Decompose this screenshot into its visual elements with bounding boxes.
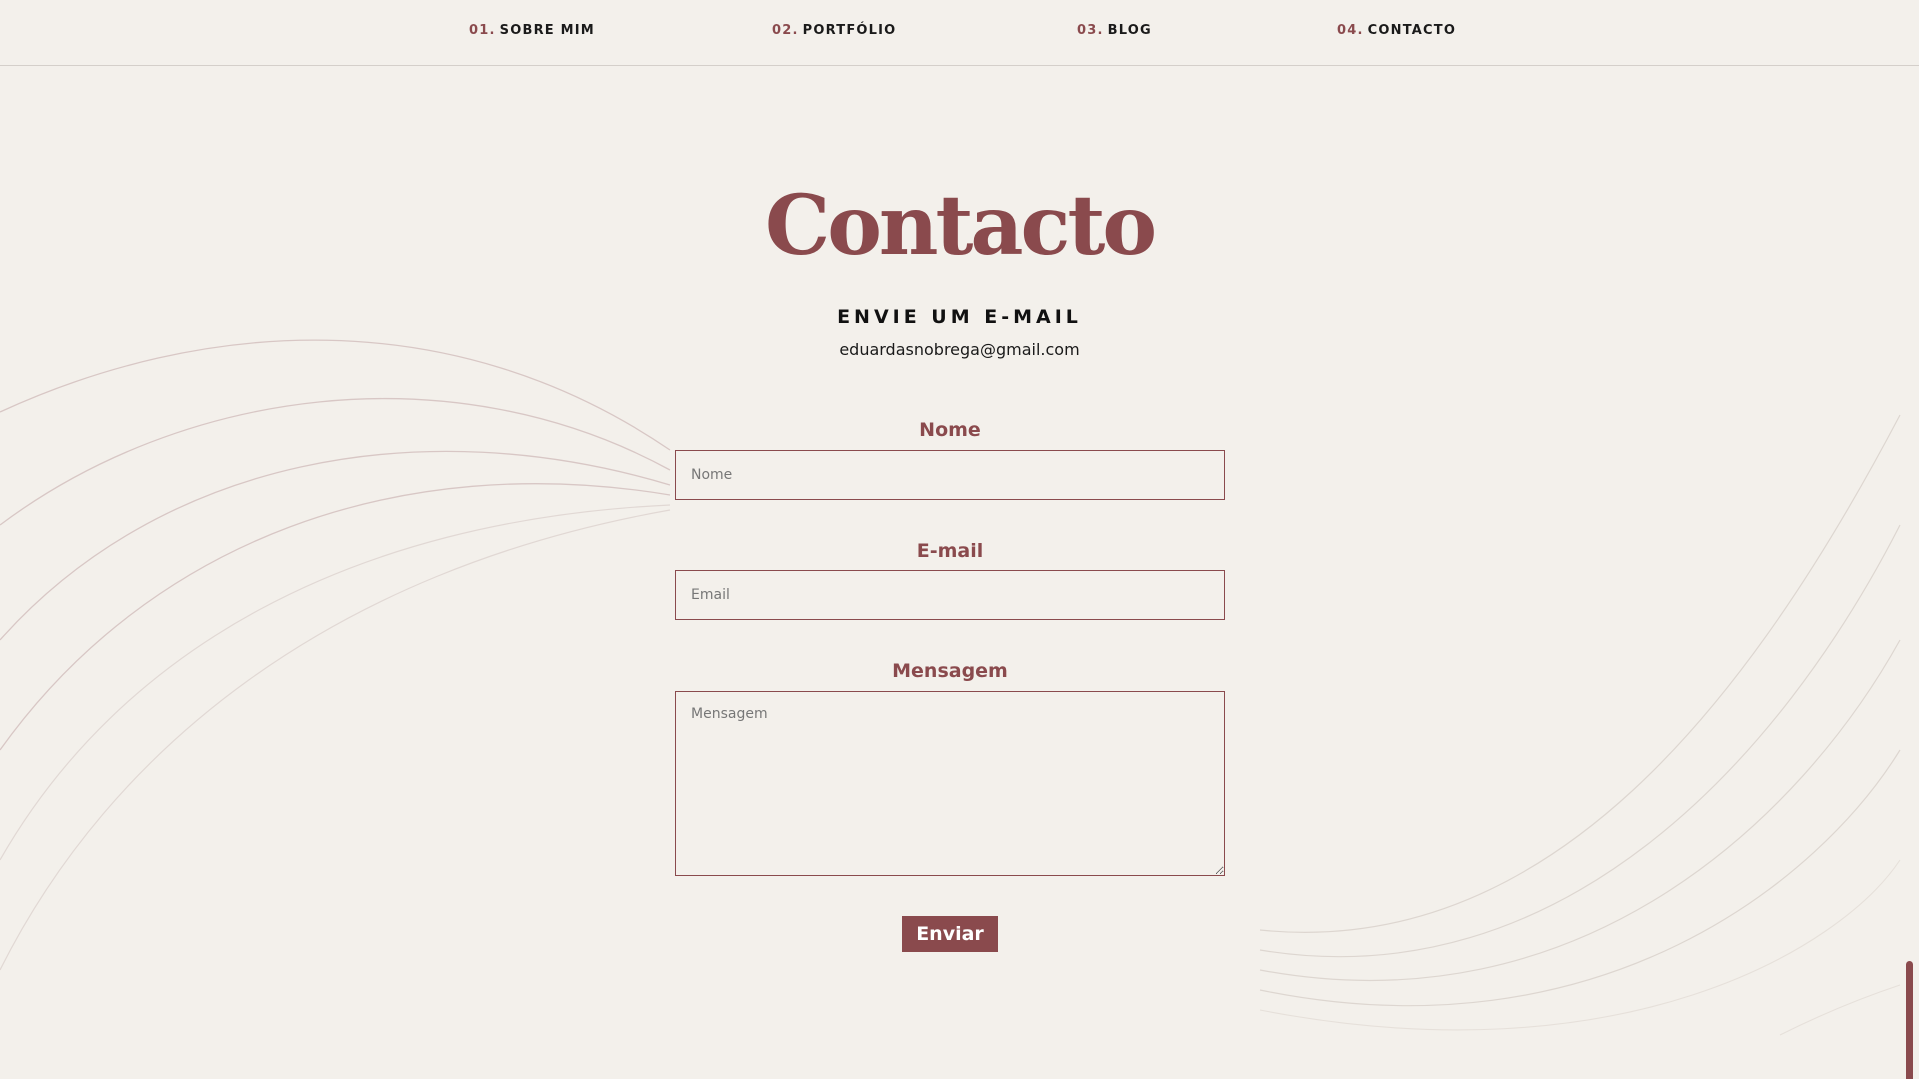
nav-item-sobre-mim[interactable]: 01. SOBRE MIM	[469, 23, 595, 38]
nav-item-number: 01.	[469, 23, 496, 38]
nav-item-number: 02.	[772, 23, 799, 38]
message-label: Mensagem	[892, 660, 1008, 682]
contact-email[interactable]: eduardasnobrega@gmail.com	[0, 340, 1919, 359]
nav-item-number: 03.	[1077, 23, 1104, 38]
name-label: Nome	[919, 419, 981, 441]
top-navigation: 01. SOBRE MIM 02. PORTFÓLIO 03. BLOG 04. CON…	[0, 0, 1919, 66]
scrollbar-thumb[interactable]	[1906, 961, 1913, 1079]
email-label: E-mail	[916, 540, 984, 562]
nav-item-label: BLOG	[1107, 23, 1152, 38]
nav-item-portfolio[interactable]: 02. PORTFÓLIO	[772, 23, 896, 38]
nav-item-label: SOBRE MIM	[499, 23, 595, 38]
contact-page: 01. SOBRE MIM 02. PORTFÓLIO 03. BLOG 04. CON…	[0, 0, 1919, 1079]
page-title: Contacto	[764, 178, 1157, 274]
email-input[interactable]	[675, 570, 1225, 620]
submit-button[interactable]: Enviar	[902, 916, 998, 952]
nav-item-blog[interactable]: 03. BLOG	[1077, 23, 1152, 38]
nav-item-label: PORTFÓLIO	[802, 23, 897, 38]
nav-item-label: CONTACTO	[1367, 23, 1457, 38]
section-subtitle: ENVIE UM E-MAIL	[837, 306, 1082, 328]
nav-item-number: 04.	[1337, 23, 1364, 38]
name-input[interactable]	[675, 450, 1225, 500]
nav-item-contacto[interactable]: 04. CONTACTO	[1337, 23, 1456, 38]
message-textarea[interactable]	[675, 691, 1225, 876]
